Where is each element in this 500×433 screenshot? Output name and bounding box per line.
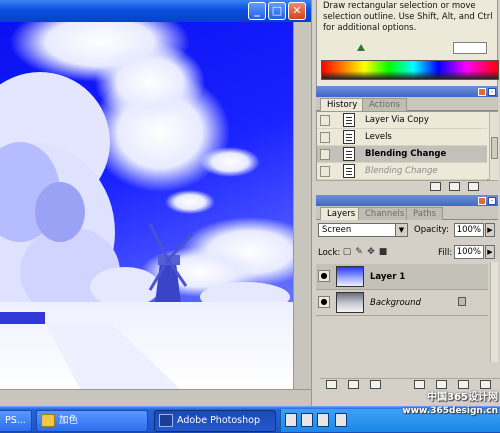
layers-panel: Screen ▼ Opacity: 100% ▶ Lock: ▢ ✎ ✥ ■ F… — [316, 220, 500, 390]
document-titlebar[interactable]: _ □ ✕ — [0, 0, 311, 22]
history-state-icon — [343, 147, 355, 161]
color-slider-handle[interactable] — [357, 44, 365, 51]
add-mask-icon[interactable] — [370, 380, 381, 389]
blend-mode-select[interactable]: Screen ▼ — [318, 223, 408, 237]
lock-label: Lock: — [318, 248, 341, 258]
fill-slider-arrow[interactable]: ▶ — [485, 245, 495, 259]
layer-name: Background — [370, 298, 421, 308]
link-layers-icon[interactable] — [326, 380, 337, 389]
layers-tabs: Layers Channels Paths — [316, 206, 498, 221]
scroll-thumb[interactable] — [491, 137, 498, 159]
tool-hint-text: Draw rectangular selection or move selec… — [323, 1, 493, 33]
history-scrollbar[interactable] — [489, 112, 499, 181]
minimize-icon[interactable]: - — [488, 88, 496, 96]
horizontal-scrollbar[interactable] — [0, 389, 311, 406]
history-item-selected[interactable]: Blending Change — [317, 146, 487, 163]
tray-app-icon[interactable] — [301, 413, 313, 427]
taskbar-item-label: Adobe Photoshop — [177, 415, 260, 426]
history-item-label: Levels — [365, 132, 392, 142]
site-watermark-url: www.365design.cn — [402, 406, 498, 416]
close-icon[interactable] — [478, 88, 486, 96]
trash-icon[interactable] — [468, 182, 479, 191]
taskbar-item-label: 加色 — [59, 415, 79, 426]
new-snapshot-icon[interactable] — [449, 182, 460, 191]
color-ramp[interactable] — [321, 60, 499, 80]
history-state-icon — [343, 130, 355, 144]
layers-scrollbar[interactable] — [490, 262, 498, 362]
vertical-scrollbar[interactable] — [293, 22, 311, 389]
lock-image-icon[interactable]: ✎ — [354, 247, 364, 257]
history-snapshot-checkbox[interactable] — [320, 115, 330, 126]
site-watermark: 中国365设计网 — [427, 392, 498, 403]
opacity-slider-arrow[interactable]: ▶ — [485, 223, 495, 237]
tray-app-icon[interactable] — [335, 413, 347, 427]
layer-thumbnail — [336, 266, 364, 287]
history-footer — [316, 180, 498, 192]
color-value-field[interactable] — [453, 42, 487, 54]
history-state-icon — [343, 164, 355, 178]
trash-icon[interactable] — [480, 380, 491, 389]
history-tabs: History Actions — [316, 97, 498, 112]
maximize-button[interactable]: □ — [268, 2, 286, 20]
history-snapshot-checkbox[interactable] — [320, 132, 330, 143]
layer-row[interactable]: ● Layer 1 — [316, 264, 488, 290]
lock-icon — [458, 297, 466, 306]
new-layer-icon[interactable] — [458, 380, 469, 389]
photoshop-icon — [159, 414, 173, 427]
history-snapshot-checkbox[interactable] — [320, 166, 330, 177]
minimize-button[interactable]: _ — [248, 2, 266, 20]
palette-column: Draw rectangular selection or move selec… — [311, 0, 500, 406]
history-item-label: Blending Change — [365, 166, 438, 176]
taskbar-item-photoshop[interactable]: Adobe Photoshop — [154, 410, 276, 432]
layer-row[interactable]: ● Background — [316, 290, 488, 316]
taskbar-item-folder[interactable]: 加色 — [36, 410, 148, 432]
tab-paths[interactable]: Paths — [406, 207, 444, 220]
tray-app-icon[interactable] — [285, 413, 297, 427]
new-fill-layer-icon[interactable] — [414, 380, 425, 389]
lock-all-icon[interactable]: ■ — [378, 247, 388, 257]
fill-label: Fill: — [438, 248, 453, 258]
chevron-down-icon[interactable]: ▼ — [395, 224, 407, 236]
layers-footer — [320, 378, 500, 390]
layer-thumbnail — [336, 292, 364, 313]
taskbar-item-ps[interactable]: PS... — [0, 410, 32, 432]
infrared-landscape-image — [0, 22, 293, 389]
new-group-icon[interactable] — [436, 380, 447, 389]
image-canvas[interactable] — [0, 22, 293, 389]
blend-mode-value: Screen — [322, 225, 352, 235]
eye-icon[interactable]: ● — [318, 270, 330, 282]
history-state-icon — [343, 113, 355, 127]
info-palette: Draw rectangular selection or move selec… — [316, 0, 499, 90]
eye-icon[interactable]: ● — [318, 296, 330, 308]
history-item-label: Layer Via Copy — [365, 115, 429, 125]
opacity-label: Opacity: — [414, 225, 449, 235]
tab-history[interactable]: History — [320, 98, 365, 112]
taskbar-item-label: PS... — [5, 415, 26, 426]
tab-actions[interactable]: Actions — [362, 98, 408, 111]
layer-style-icon[interactable] — [348, 380, 359, 389]
folder-icon — [41, 414, 55, 427]
tab-layers[interactable]: Layers — [320, 207, 363, 221]
new-document-from-state-icon[interactable] — [430, 182, 441, 191]
lock-transparency-icon[interactable]: ▢ — [342, 247, 352, 257]
close-icon[interactable] — [478, 197, 486, 205]
history-item-label: Blending Change — [365, 149, 447, 159]
history-list: Layer Via Copy Levels Blending Change Bl… — [316, 111, 499, 181]
opacity-field[interactable]: 100% — [454, 223, 484, 237]
layer-name: Layer 1 — [370, 272, 406, 282]
history-item[interactable]: Layer Via Copy — [317, 112, 487, 129]
history-item[interactable]: Levels — [317, 129, 487, 146]
document-window: _ □ ✕ — [0, 0, 311, 406]
close-button[interactable]: ✕ — [288, 2, 306, 20]
minimize-icon[interactable]: - — [488, 197, 496, 205]
history-brush-source-icon[interactable] — [320, 149, 330, 160]
tab-channels[interactable]: Channels — [358, 207, 412, 220]
tray-app-icon[interactable] — [317, 413, 329, 427]
lock-position-icon[interactable]: ✥ — [366, 247, 376, 257]
fill-field[interactable]: 100% — [454, 245, 484, 259]
history-item-undone[interactable]: Blending Change — [317, 163, 487, 180]
